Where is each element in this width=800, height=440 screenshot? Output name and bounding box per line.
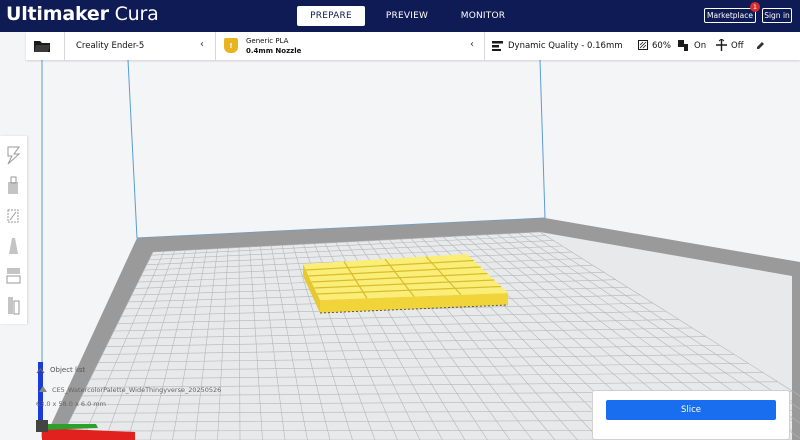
adhesion-value[interactable]: Off bbox=[731, 41, 744, 51]
material-warning-icon: ! bbox=[224, 38, 238, 53]
mirror-tool-icon[interactable] bbox=[4, 234, 23, 256]
slice-button[interactable]: Slice bbox=[606, 400, 776, 420]
build-volume-edge-right-back bbox=[539, 60, 546, 219]
build-volume-edge-left-back bbox=[127, 60, 138, 239]
move-tool-icon[interactable] bbox=[4, 144, 23, 166]
adhesion-icon bbox=[716, 39, 727, 51]
object-name: CE5_WatercolorPalette_WideThingyverse_20… bbox=[52, 386, 222, 394]
material-name[interactable]: Generic PLA bbox=[246, 37, 288, 45]
print-profile-selector[interactable]: Dynamic Quality - 0.16mm bbox=[508, 41, 623, 51]
object-icon bbox=[39, 386, 47, 392]
tool-panel bbox=[0, 136, 27, 324]
object-dimensions: 63.0 x 58.0 x 6.0 mm bbox=[36, 400, 106, 408]
app-logo: Ultimaker Cura bbox=[6, 3, 159, 25]
marketplace-button[interactable]: Marketplace bbox=[704, 8, 756, 23]
app-header: Ultimaker Cura PREPARE PREVIEW MONITOR M… bbox=[0, 0, 800, 32]
open-file-button[interactable] bbox=[26, 32, 58, 60]
tab-prepare[interactable]: PREPARE bbox=[297, 6, 365, 26]
toolbar-divider bbox=[215, 32, 216, 60]
infill-icon bbox=[638, 40, 648, 50]
stage-tabs: PREPARE PREVIEW MONITOR bbox=[297, 6, 525, 26]
sign-in-button[interactable]: Sign in bbox=[762, 8, 792, 23]
per-model-settings-tool-icon[interactable] bbox=[4, 264, 23, 286]
chevron-up-icon[interactable] bbox=[36, 367, 45, 375]
toolbar-divider bbox=[64, 32, 65, 60]
object-list-toggle[interactable]: Object list bbox=[50, 366, 85, 374]
scale-tool-icon[interactable] bbox=[4, 174, 23, 196]
3d-viewport[interactable] bbox=[0, 60, 800, 440]
pencil-icon[interactable] bbox=[756, 41, 765, 50]
print-settings-icon bbox=[492, 41, 503, 51]
support-icon bbox=[678, 40, 688, 51]
marketplace-notification-badge: 1 bbox=[750, 2, 760, 12]
tab-preview[interactable]: PREVIEW bbox=[373, 6, 441, 26]
tab-monitor[interactable]: MONITOR bbox=[449, 6, 517, 26]
material-chevron-icon[interactable]: ‹ bbox=[470, 39, 474, 50]
infill-value[interactable]: 60% bbox=[652, 41, 671, 51]
folder-icon bbox=[34, 41, 50, 52]
origin-cube bbox=[36, 420, 48, 432]
rotate-tool-icon[interactable] bbox=[4, 204, 23, 226]
support-value[interactable]: On bbox=[694, 41, 706, 51]
nozzle-size[interactable]: 0.4mm Nozzle bbox=[246, 47, 301, 55]
toolbar-divider bbox=[484, 32, 485, 60]
printer-chevron-icon[interactable]: ‹ bbox=[200, 39, 204, 50]
printer-selector[interactable]: Creality Ender-5 bbox=[76, 41, 144, 51]
support-blocker-tool-icon[interactable] bbox=[4, 294, 23, 316]
